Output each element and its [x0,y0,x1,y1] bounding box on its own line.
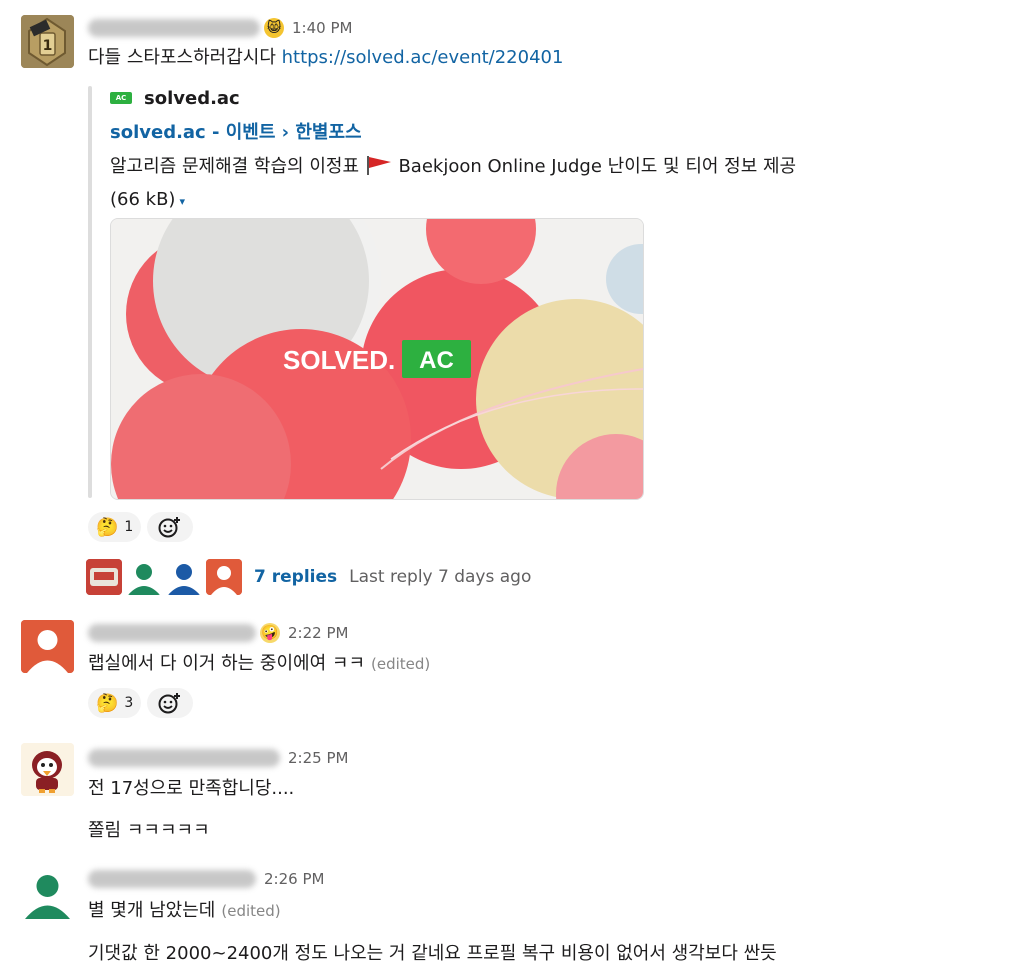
reply-avatar [126,559,162,595]
unfurl-desc-before: 알고리즘 문제해결 학습의 이정표 [110,156,365,177]
red-flag-icon [366,156,391,175]
avatar[interactable]: 1 [21,15,74,68]
username[interactable] [88,870,256,888]
file-size: (66 kB) [110,189,176,210]
reaction-count: 1 [124,519,134,535]
reactions: 🤔 1 [88,512,194,542]
message-text: 랩실에서 다 이거 하는 중이에여 ㅋㅋ (edited) [88,652,430,676]
reply-avatar [166,559,202,595]
avatar[interactable] [21,620,74,673]
site-favicon-icon: AC [110,92,132,104]
status-emoji-icon: 😸 [264,18,284,38]
add-reaction-button[interactable] [147,512,194,542]
reply-count-link[interactable]: 7 replies [254,567,337,587]
thinking-face-icon: 🤔 [96,516,119,538]
message-header: 2:26 PM [88,868,324,890]
unfurl-desc-after: Baekjoon Online Judge 난이도 및 티어 정보 제공 [392,156,797,177]
timestamp[interactable]: 2:22 PM [288,624,348,642]
reaction-thinking[interactable]: 🤔 3 [88,688,142,718]
balloons-image: SOLVED. AC [111,219,643,499]
reply-avatar [206,559,242,595]
message-header: 😸 1:40 PM [88,17,352,39]
message-text-prefix: 다들 스타포스하러갑시다 [88,47,282,68]
avatar[interactable] [21,866,74,919]
timestamp[interactable]: 2:25 PM [288,749,348,767]
username[interactable] [88,624,256,642]
message-header: 2:25 PM [88,747,348,769]
timestamp[interactable]: 1:40 PM [292,19,352,37]
unfurl-site: AC solved.ac [110,86,240,110]
preview-logo-ac: AC [419,347,454,374]
message-text: 쫄림 ㅋㅋㅋㅋㅋ [88,820,210,841]
avatar[interactable] [21,743,74,796]
username[interactable] [88,19,260,37]
message-body: 랩실에서 다 이거 하는 중이에여 ㅋㅋ [88,653,366,674]
add-reaction-icon [158,517,181,538]
thread-summary[interactable]: 7 replies Last reply 7 days ago [86,559,531,595]
last-reply-text: Last reply 7 days ago [349,567,532,587]
edited-label: (edited) [221,902,281,920]
add-reaction-button[interactable] [147,688,194,718]
status-emoji-icon: 🤪 [260,623,280,643]
unfurl-description: 알고리즘 문제해결 학습의 이정표 Baekjoon Online Judge … [110,150,900,218]
message-link[interactable]: https://solved.ac/event/220401 [282,47,564,68]
reaction-count: 3 [124,695,134,711]
message-header: 🤪 2:22 PM [88,622,348,644]
reply-avatar [86,559,122,595]
username[interactable] [88,749,280,767]
link-preview-image[interactable]: SOLVED. AC [110,218,644,500]
message-text: 전 17성으로 만족합니당.... [88,778,295,799]
preview-logo-text: SOLVED. [283,345,395,375]
thinking-face-icon: 🤔 [96,692,119,714]
message-body: 별 몇개 남았는데 [88,900,216,921]
message-text: 별 몇개 남았는데 (edited) [88,899,281,923]
unfurl-bar [88,86,92,498]
unfurl-title[interactable]: solved.ac - 이벤트 › 한별포스 [110,118,362,144]
reactions: 🤔 3 [88,688,194,718]
add-reaction-icon [158,693,181,714]
message-text: 다들 스타포스하러갑시다 https://solved.ac/event/220… [88,46,563,70]
reaction-thinking[interactable]: 🤔 1 [88,512,142,542]
edited-label: (edited) [371,655,431,673]
collapse-caret-icon[interactable]: ▾ [179,195,185,208]
svg-text:1: 1 [43,38,53,54]
message-text: 기댓값 한 2000~2400개 정도 나오는 거 같네요 프로필 복구 비용이… [88,943,777,964]
site-name: solved.ac [144,87,240,109]
timestamp[interactable]: 2:26 PM [264,870,324,888]
